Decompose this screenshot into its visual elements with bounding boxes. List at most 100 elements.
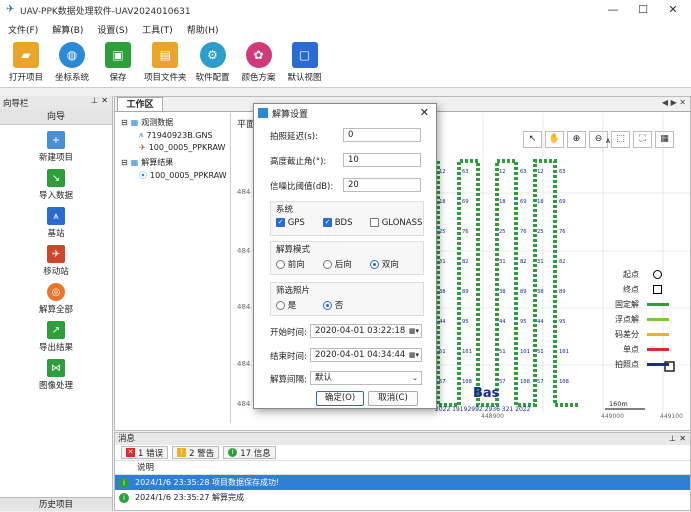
mode-forward-radio[interactable]: 前向 (276, 258, 305, 270)
svg-text:Bas: Bas (473, 386, 500, 401)
svg-text:44: 44 (439, 319, 446, 325)
maximize-button[interactable]: ☐ (628, 0, 658, 20)
color-scheme-button[interactable]: ✿ 颜色方案 (239, 38, 279, 87)
dialog-app-icon (258, 108, 268, 118)
menu-settings[interactable]: 设置(S) (97, 23, 128, 36)
error-icon: ✕ (126, 448, 135, 457)
interval-select[interactable]: 默认 ⌄ (310, 371, 422, 385)
drone-icon: ✈ (139, 143, 146, 152)
svg-text:82: 82 (520, 259, 527, 265)
default-view-button[interactable]: ▢ 默认视图 (285, 38, 325, 87)
elevation-mask-input[interactable]: 10 (343, 153, 421, 167)
tab-workspace[interactable]: 工作区 (117, 97, 163, 111)
delay-input[interactable]: 0 (343, 128, 421, 142)
palette-icon: ✿ (245, 42, 272, 68)
tree-file-ppkraw[interactable]: ✈ 100_0005_PPKRAW (139, 143, 225, 152)
snr-threshold-input[interactable]: 20 (343, 178, 421, 192)
project-tree: ⊟ ▦ 观测数据 ⩚ 71940923B.GNS ✈ 100_0005_PPKRAW ⊟… (117, 113, 231, 423)
svg-text:89: 89 (559, 289, 566, 295)
nav-import-data[interactable]: ↘ 导入数据 (0, 169, 112, 201)
coordinate-system-button[interactable]: ◍ 坐标系统 (52, 38, 92, 87)
tab-errors[interactable]: ✕ 1 错误 (121, 446, 169, 459)
mode-backward-radio[interactable]: 后向 (323, 258, 352, 270)
svg-text:101: 101 (462, 349, 472, 355)
cancel-button[interactable]: 取消(C) (368, 391, 418, 406)
window-title: UAV-PPK数据处理软件-UAV2024010631 (20, 6, 191, 17)
x-tick: 449000 (601, 413, 624, 420)
save-button[interactable]: ▣ 保存 (98, 38, 138, 87)
globe-icon: ◍ (59, 42, 85, 68)
message-row[interactable]: i 2024/1/6 23:35:27 解算完成 (115, 490, 690, 505)
tab-info[interactable]: i 17 信息 (223, 446, 276, 459)
svg-text:108: 108 (462, 379, 472, 385)
svg-text:18: 18 (499, 199, 506, 205)
svg-text:82: 82 (559, 259, 566, 265)
open-project-button[interactable]: ▰ 打开项目 (6, 38, 46, 87)
software-config-button[interactable]: ⚙ 软件配置 (193, 38, 233, 87)
x-tick: 448900 (481, 413, 504, 420)
minimize-button[interactable]: — (598, 0, 628, 20)
filter-no-radio[interactable]: 否 (323, 299, 343, 311)
nav-solve-all[interactable]: ◎ 解算全部 (0, 283, 112, 315)
nav-base-station[interactable]: ⩚ 基站 (0, 207, 112, 239)
calendar-dropdown-icon: ▦▾ (408, 327, 419, 335)
start-time-input[interactable]: 2020-04-01 03:22:18 ▦▾ (310, 324, 422, 338)
history-projects[interactable]: 历史项目 (0, 497, 112, 511)
menu-tools[interactable]: 工具(T) (142, 23, 173, 36)
end-time-input[interactable]: 2020-04-01 04:34:44 ▦▾ (310, 348, 422, 362)
delay-label: 拍照延迟(s): (270, 132, 318, 142)
svg-text:57: 57 (537, 379, 544, 385)
svg-text:63: 63 (520, 169, 527, 175)
svg-text:18: 18 (439, 199, 446, 205)
nav-export-results[interactable]: ↗ 导出结果 (0, 321, 112, 353)
pin-icon[interactable]: ⊥ (91, 96, 98, 105)
pin-icon[interactable]: ⊥ (669, 433, 676, 445)
bds-checkbox[interactable]: ✓ BDS (323, 218, 352, 228)
folder-icon: ▤ (152, 42, 179, 68)
tree-node-obs[interactable]: ⊟ ▦ 观测数据 (121, 117, 173, 128)
glonass-checkbox[interactable]: GLONASS (370, 218, 422, 228)
calendar-dropdown-icon: ▦▾ (408, 351, 419, 359)
project-folder-button[interactable]: ▤ 项目文件夹 (144, 38, 187, 87)
filter-yes-radio[interactable]: 是 (276, 299, 296, 311)
legend-start: 起点 (609, 267, 687, 282)
chevron-down-icon: ⌄ (412, 374, 418, 382)
menu-file[interactable]: 文件(F) (8, 23, 38, 36)
message-row[interactable]: i 2024/1/6 23:35:28 项目数据保存成功! (115, 475, 690, 490)
ok-button[interactable]: 确定(O) (316, 391, 364, 406)
results-icon: ▦ (130, 158, 139, 167)
tab-warnings[interactable]: ! 2 警告 (172, 446, 220, 459)
mode-combined-radio[interactable]: 双向 (370, 258, 399, 270)
menu-solve[interactable]: 解算(B) (52, 23, 83, 36)
menu-help[interactable]: 帮助(H) (187, 23, 219, 36)
svg-text:51: 51 (499, 349, 506, 355)
nav-image-processing[interactable]: ⋈ 图像处理 (0, 359, 112, 391)
svg-text:12: 12 (439, 169, 446, 175)
svg-text:76: 76 (462, 229, 469, 235)
image-process-icon: ⋈ (47, 359, 65, 377)
solve-mode-group: 解算模式 前向 后向 双向 (270, 241, 424, 275)
tree-node-results[interactable]: ⊟ ▦ 解算结果 (121, 157, 173, 168)
toolbar: ▰ 打开项目 ◍ 坐标系统 ▣ 保存 ▤ 项目文件夹 ⚙ 软件配置 ✿ 颜色方案… (0, 38, 691, 88)
close-window-button[interactable]: ✕ (658, 0, 688, 20)
gps-checkbox[interactable]: ✓ GPS (276, 218, 305, 228)
nav-new-project[interactable]: + 新建项目 (0, 131, 112, 163)
tree-result-ppkraw[interactable]: ⦿ 100_0005_PPKRAW (139, 170, 227, 181)
svg-text:101: 101 (520, 349, 530, 355)
info-icon: i (119, 492, 129, 503)
svg-text:25: 25 (439, 229, 446, 235)
tab-nav-arrows[interactable]: ◀ ▶ ✕ (662, 98, 686, 107)
track-labels: 2022 19192992 2936 321 2022 (435, 406, 531, 413)
svg-text:76: 76 (520, 229, 527, 235)
dialog-close-button[interactable]: ✕ (420, 106, 429, 119)
nav-rover[interactable]: ✈ 移动站 (0, 245, 112, 277)
legend-single: 单点 (609, 342, 687, 357)
tree-file-gns[interactable]: ⩚ 71940923B.GNS (139, 130, 213, 140)
database-icon: ▦ (130, 118, 139, 127)
close-icon[interactable]: ✕ (101, 96, 108, 105)
svg-text:31: 31 (537, 259, 544, 265)
svg-text:108: 108 (559, 379, 569, 385)
export-icon: ↗ (47, 321, 65, 339)
close-icon[interactable]: ✕ (679, 433, 686, 445)
system-group: 系统 ✓ GPS ✓ BDS GLONASS (270, 201, 424, 236)
